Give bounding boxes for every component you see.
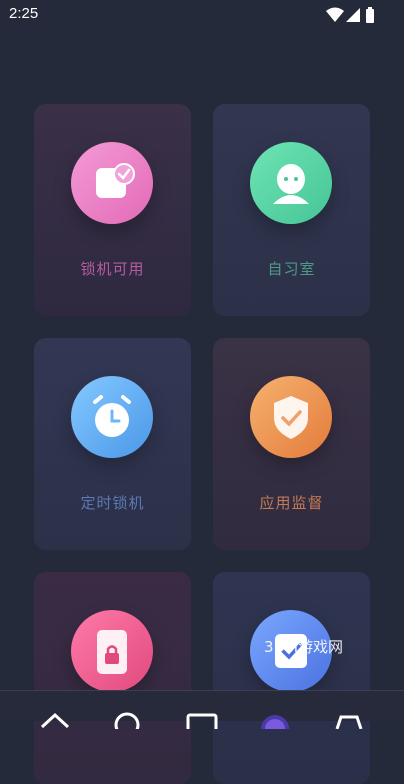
card-check[interactable]	[213, 572, 370, 784]
card-label: 锁机可用	[80, 260, 145, 278]
profile-icon	[261, 715, 289, 743]
shield-check-icon	[250, 376, 332, 458]
wifi-icon	[326, 7, 344, 22]
card-phone-lock[interactable]	[34, 572, 191, 784]
alarm-clock-icon	[71, 376, 153, 458]
window-icon	[186, 713, 218, 733]
search-icon	[114, 712, 140, 738]
status-icons	[326, 7, 376, 23]
card-label: 应用监督	[259, 494, 324, 512]
study-avatar-icon	[250, 142, 332, 224]
nav-item-store[interactable]	[332, 705, 366, 730]
cell-signal-icon	[346, 8, 360, 22]
watermark: 3DM游戏网	[264, 638, 344, 656]
card-label: 定时锁机	[80, 494, 145, 512]
lock-schedule-icon	[71, 142, 153, 224]
card-lock-available[interactable]: 锁机可用	[34, 104, 191, 316]
phone-lock-icon	[71, 610, 153, 692]
status-bar: 2:25	[0, 0, 404, 30]
bottom-nav	[0, 690, 404, 743]
store-icon	[335, 715, 363, 730]
nav-item-window[interactable]	[185, 705, 219, 733]
home-icon	[40, 712, 70, 729]
card-label: 自习室	[267, 260, 316, 278]
card-study-room[interactable]: 自习室	[213, 104, 370, 316]
battery-icon	[366, 7, 374, 23]
nav-item-home[interactable]	[38, 705, 72, 729]
card-scheduled-lock[interactable]: 定时锁机	[34, 338, 191, 550]
card-app-supervision[interactable]: 应用监督	[213, 338, 370, 550]
nav-item-profile[interactable]	[258, 705, 292, 743]
status-time: 2:25	[9, 5, 39, 22]
nav-item-search[interactable]	[110, 705, 144, 738]
